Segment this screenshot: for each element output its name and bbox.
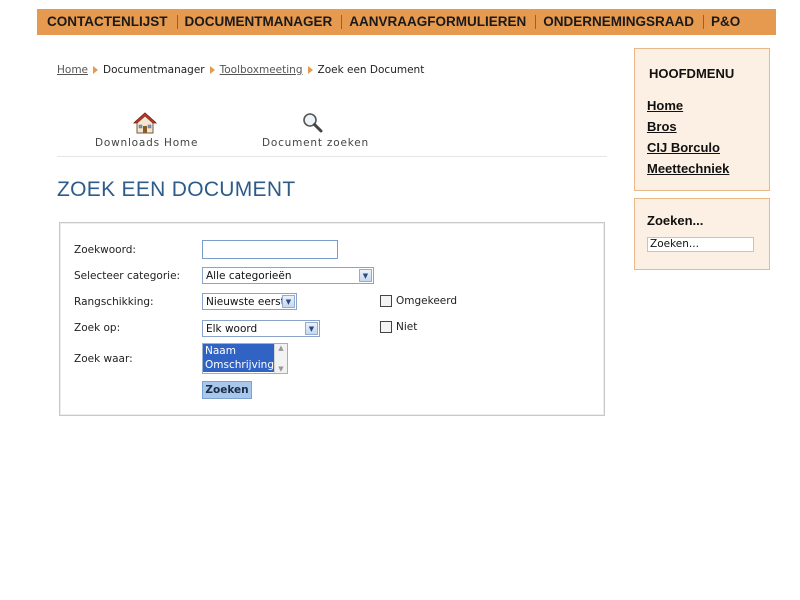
breadcrumb: Home Documentmanager Toolboxmeeting Zoek… — [57, 64, 424, 76]
keyword-label: Zoekwoord: — [74, 244, 136, 256]
order-select-value: Nieuwste eerst — [206, 295, 282, 308]
checkbox-box[interactable] — [380, 321, 392, 333]
category-select[interactable]: Alle categorieën ▼ — [202, 267, 374, 284]
nav-item-ondernemingsraad[interactable]: ONDERNEMINGSRAAD — [536, 15, 705, 29]
sidebar-main-menu: HOOFDMENU Home Bros CIJ Borculo Meettech… — [634, 48, 770, 191]
category-select-value: Alle categorieën — [206, 269, 292, 282]
not-checkbox[interactable]: Niet — [380, 321, 417, 333]
sidebar-item-home[interactable]: Home — [647, 98, 683, 113]
magnifier-icon — [303, 113, 323, 133]
search-where-listbox[interactable]: Naam Omschrijving ▲ ▼ — [202, 343, 288, 374]
order-select[interactable]: Nieuwste eerst ▼ — [202, 293, 297, 310]
breadcrumb-separator-icon — [93, 66, 99, 74]
order-label: Rangschikking: — [74, 296, 154, 308]
breadcrumb-current: Zoek een Document — [317, 64, 425, 76]
icon-toolbar: Downloads Home Document zoeken — [57, 111, 607, 157]
keyword-input[interactable] — [202, 240, 338, 259]
breadcrumb-home-link[interactable]: Home — [57, 64, 88, 76]
nav-item-aanvraagformulieren[interactable]: AANVRAAGFORMULIEREN — [342, 15, 537, 29]
downloads-home-label: Downloads Home — [95, 137, 199, 149]
chevron-down-icon: ▼ — [282, 295, 295, 308]
sidebar-search-title: Zoeken... — [647, 213, 704, 228]
sidebar-item-meettechniek[interactable]: Meettechniek — [647, 161, 729, 176]
document-zoeken-button[interactable]: Document zoeken — [262, 111, 369, 149]
search-submit-button[interactable]: Zoeken — [202, 381, 252, 399]
main-menu-title: HOOFDMENU — [649, 66, 735, 81]
downloads-home-button[interactable]: Downloads Home — [95, 111, 199, 149]
chevron-down-icon: ▼ — [305, 322, 318, 335]
search-on-label: Zoek op: — [74, 322, 121, 334]
checkbox-box[interactable] — [380, 295, 392, 307]
sidebar-search-box: Zoeken... Zoeken... — [634, 198, 770, 270]
chevron-down-icon: ▼ — [359, 269, 372, 282]
house-icon — [133, 112, 157, 134]
breadcrumb-separator-icon — [209, 66, 215, 74]
page-title: ZOEK EEN DOCUMENT — [57, 178, 296, 201]
sidebar-search-input[interactable]: Zoeken... — [647, 237, 754, 252]
nav-item-p-en-o[interactable]: P&O — [704, 15, 749, 29]
listbox-option-omschrijving[interactable]: Omschrijving — [203, 358, 274, 372]
scroll-down-icon[interactable]: ▼ — [278, 365, 283, 373]
category-label: Selecteer categorie: — [74, 270, 181, 282]
breadcrumb-documentmanager: Documentmanager — [103, 64, 205, 76]
top-navigation: CONTACTENLIJST DOCUMENTMANAGER AANVRAAGF… — [37, 9, 776, 35]
sidebar-item-bros[interactable]: Bros — [647, 119, 677, 134]
nav-item-documentmanager[interactable]: DOCUMENTMANAGER — [178, 15, 343, 29]
reversed-checkbox[interactable]: Omgekeerd — [380, 295, 457, 307]
reversed-label: Omgekeerd — [396, 295, 458, 307]
breadcrumb-separator-icon — [307, 66, 313, 74]
search-on-select[interactable]: Elk woord ▼ — [202, 320, 320, 337]
nav-item-contactenlijst[interactable]: CONTACTENLIJST — [40, 15, 178, 29]
listbox-scrollbar[interactable]: ▲ ▼ — [274, 344, 287, 373]
search-where-label: Zoek waar: — [74, 353, 133, 365]
breadcrumb-toolboxmeeting-link[interactable]: Toolboxmeeting — [220, 64, 303, 76]
sidebar-item-cij-borculo[interactable]: CIJ Borculo — [647, 140, 720, 155]
scroll-up-icon[interactable]: ▲ — [278, 344, 283, 352]
not-label: Niet — [396, 321, 418, 333]
search-on-select-value: Elk woord — [206, 322, 258, 335]
document-zoeken-label: Document zoeken — [262, 137, 369, 149]
listbox-option-naam[interactable]: Naam — [203, 344, 274, 358]
